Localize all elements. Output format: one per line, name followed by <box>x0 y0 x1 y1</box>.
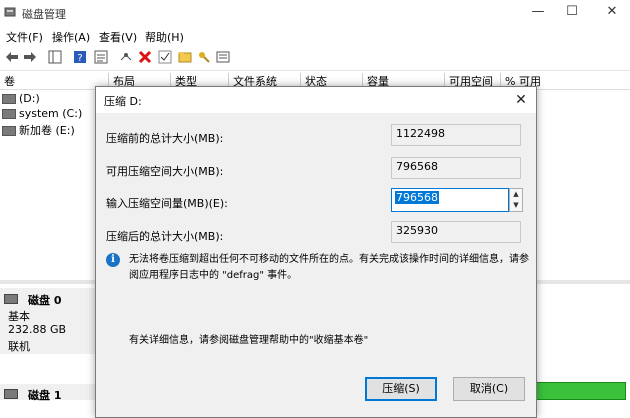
dialog-title: 压缩 D: <box>104 95 142 108</box>
primary-partition-bar[interactable] <box>536 382 626 400</box>
properties-icon[interactable] <box>93 49 109 65</box>
shrink-button[interactable]: 压缩(S) <box>365 377 437 401</box>
volume-name: system (C:) <box>19 107 83 120</box>
shrink-dialog: 压缩 D: ✕ 压缩前的总计大小(MB): 1122498 可用压缩空间大小(M… <box>95 86 537 418</box>
info-message: 无法将卷压缩到超出任何不可移动的文件所在的点。有关完成该操作时间的详细信息，请参… <box>129 254 529 281</box>
window-title: 磁盘管理 <box>22 8 66 21</box>
delete-icon[interactable] <box>137 49 153 65</box>
chevron-up-icon[interactable]: ▲ <box>510 189 522 200</box>
volume-name: (D:) <box>19 92 40 105</box>
forward-arrow-icon[interactable] <box>22 49 38 65</box>
close-icon[interactable]: ✕ <box>510 89 532 111</box>
key-icon[interactable] <box>196 49 212 65</box>
volume-row[interactable]: system (C:) <box>2 107 82 120</box>
total-before-value: 1122498 <box>391 124 521 146</box>
connect-icon[interactable] <box>118 49 134 65</box>
shrink-amount-stepper[interactable]: ▲ ▼ <box>509 188 523 212</box>
disk-0-info[interactable]: 磁盘 0 基本 232.88 GB 联机 <box>0 288 96 354</box>
disk-management-app-icon <box>4 6 16 18</box>
total-before-label: 压缩前的总计大小(MB): <box>106 132 224 145</box>
shrink-amount-value: 796568 <box>395 191 439 204</box>
list-icon[interactable] <box>215 49 231 65</box>
total-after-value: 325930 <box>391 221 521 243</box>
drive-icon <box>2 94 16 104</box>
disk-type: 基本 <box>8 310 30 323</box>
chevron-down-icon[interactable]: ▼ <box>510 200 522 211</box>
disk-1-info[interactable]: 磁盘 1 <box>0 384 96 402</box>
available-space-label: 可用压缩空间大小(MB): <box>106 165 224 178</box>
info-icon: i <box>106 253 120 267</box>
available-space-value: 796568 <box>391 157 521 179</box>
menu-view[interactable]: 查看(V) <box>99 29 137 45</box>
title-bar: 磁盘管理 — ☐ ✕ <box>0 0 630 26</box>
shrink-amount-label: 输入压缩空间量(MB)(E): <box>106 197 228 210</box>
disk-icon <box>4 389 18 399</box>
menu-help[interactable]: 帮助(H) <box>145 29 184 45</box>
menu-bar: 文件(F) 操作(A) 查看(V) 帮助(H) <box>0 26 630 46</box>
column-volume[interactable]: 卷 <box>0 73 108 89</box>
disk-name: 磁盘 0 <box>28 294 62 307</box>
dialog-title-bar: 压缩 D: ✕ <box>96 87 536 113</box>
disk-name: 磁盘 1 <box>28 389 62 402</box>
cancel-button[interactable]: 取消(C) <box>453 377 525 401</box>
help-message: 有关详细信息，请参阅磁盘管理帮助中的"收缩基本卷" <box>129 335 369 346</box>
total-after-label: 压缩后的总计大小(MB): <box>106 230 224 243</box>
drive-icon <box>2 109 16 119</box>
volume-name: 新加卷 (E:) <box>19 124 75 137</box>
disk-icon <box>4 294 18 304</box>
console-tree-icon[interactable] <box>47 49 63 65</box>
disk-status: 联机 <box>8 340 30 353</box>
back-arrow-icon[interactable] <box>4 49 20 65</box>
folder-icon[interactable] <box>177 49 193 65</box>
drive-icon <box>2 126 16 136</box>
menu-file[interactable]: 文件(F) <box>6 29 43 45</box>
svg-text:?: ? <box>77 53 82 64</box>
maximize-icon[interactable]: ☐ <box>560 2 584 22</box>
volume-row[interactable]: 新加卷 (E:) <box>2 122 75 138</box>
check-icon[interactable] <box>157 49 173 65</box>
disk-size: 232.88 GB <box>8 323 67 336</box>
help-icon[interactable]: ? <box>72 49 88 65</box>
close-icon[interactable]: ✕ <box>600 2 624 22</box>
toolbar: ? <box>0 46 630 71</box>
shrink-amount-input[interactable]: 796568 <box>391 188 509 212</box>
minimize-icon[interactable]: — <box>526 2 550 22</box>
menu-action[interactable]: 操作(A) <box>52 29 90 45</box>
volume-row[interactable]: (D:) <box>2 92 40 105</box>
